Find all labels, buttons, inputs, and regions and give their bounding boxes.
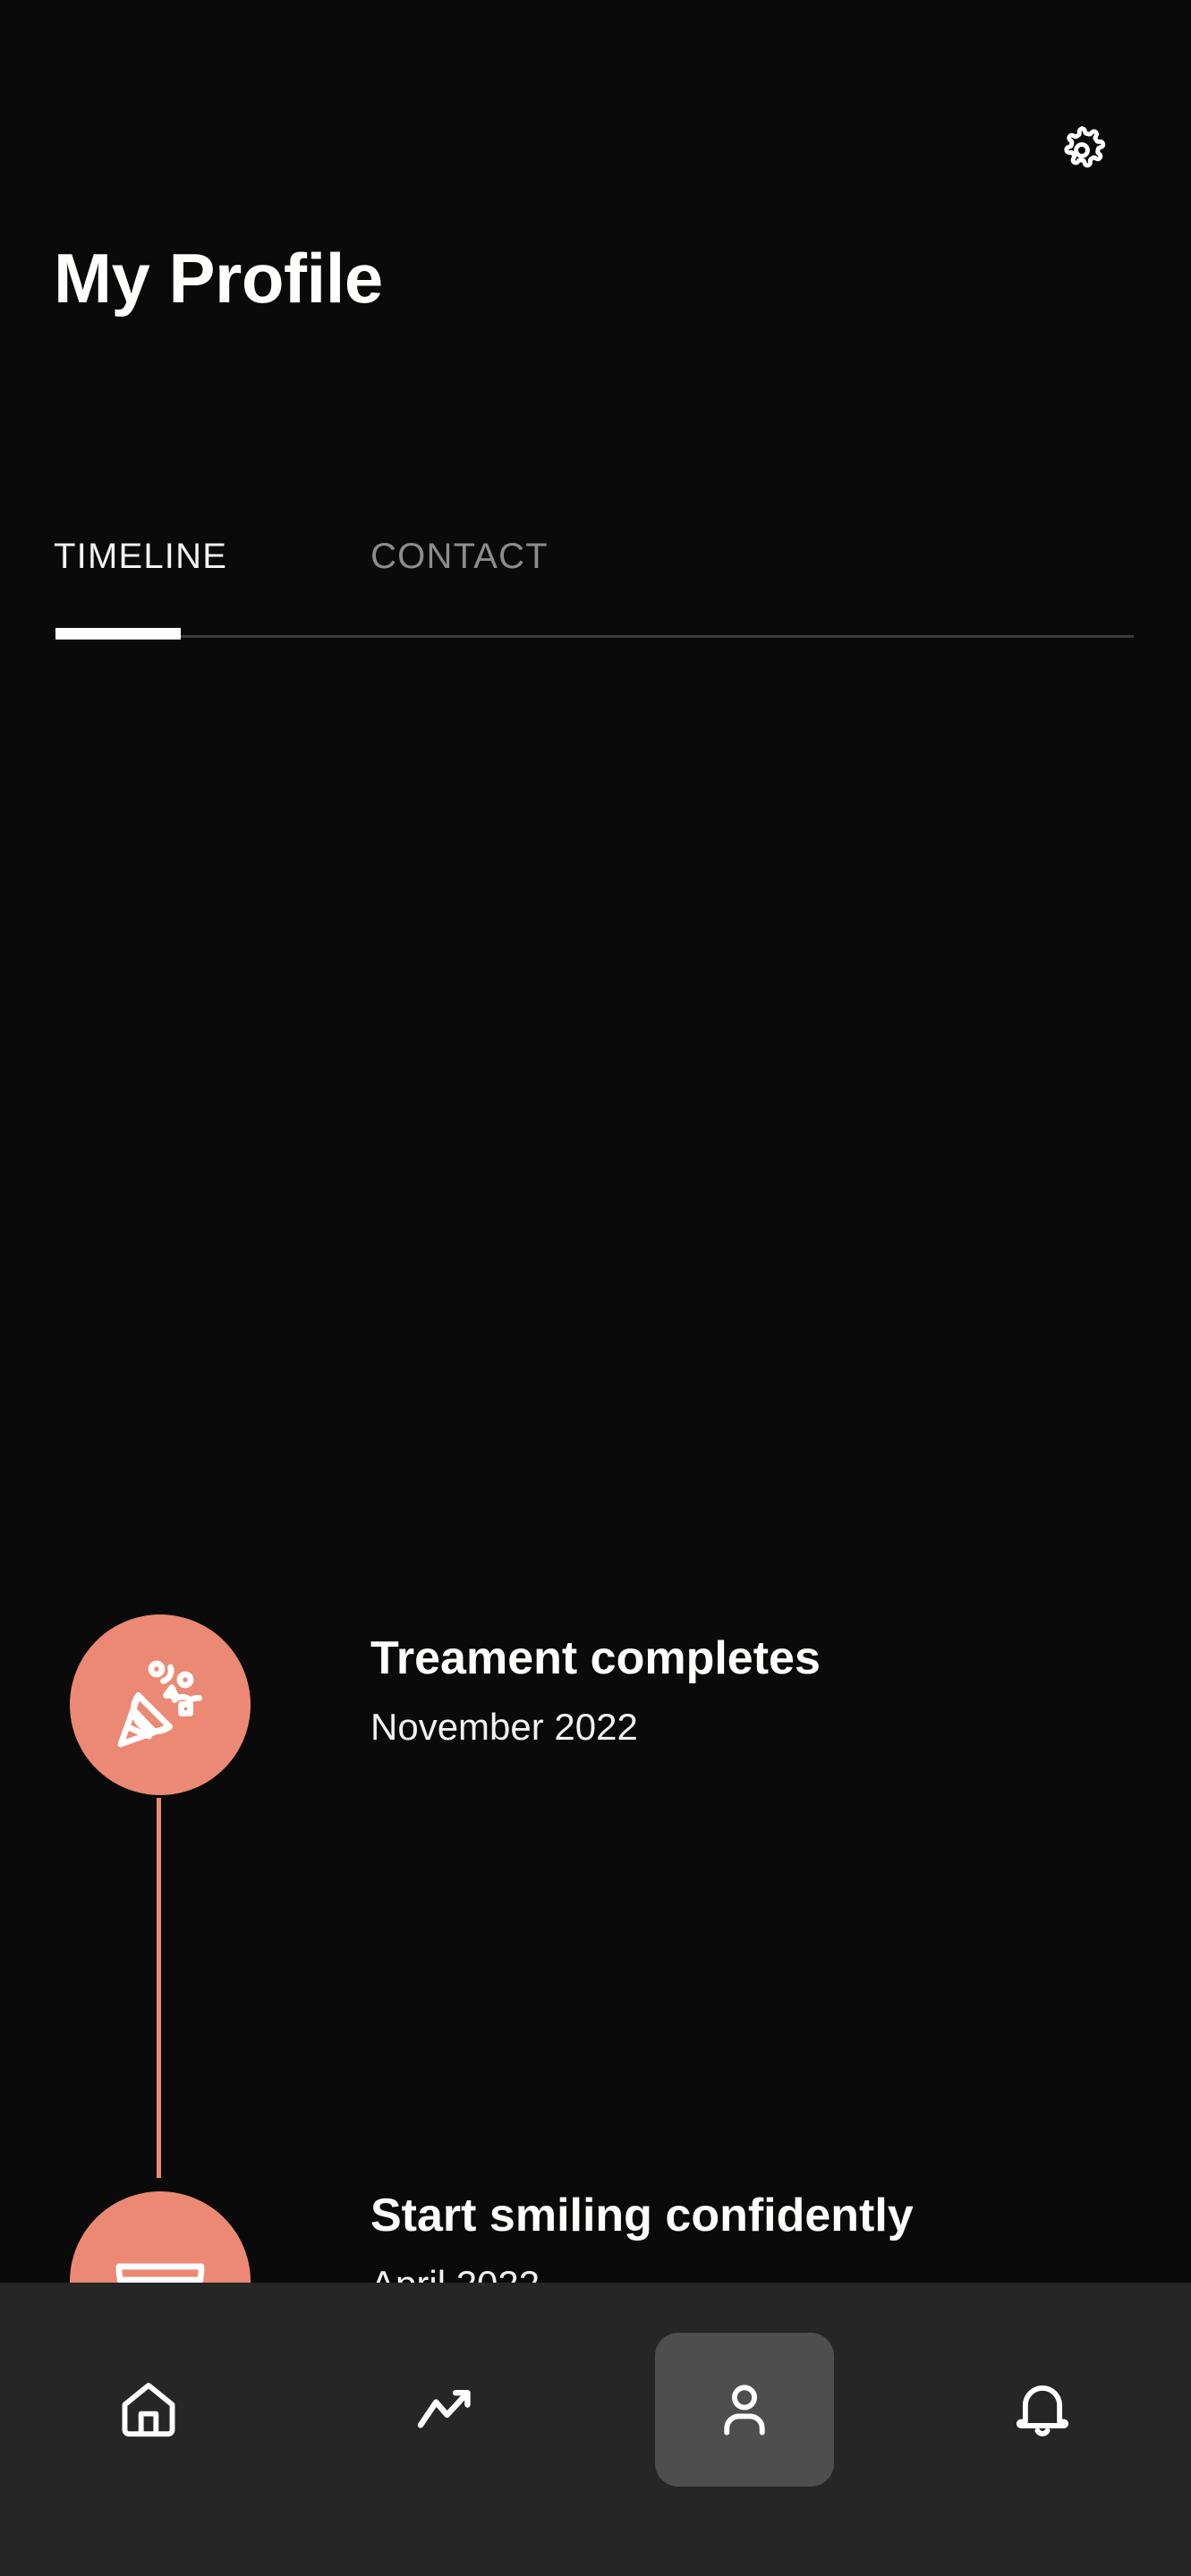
- trending-up-icon: [413, 2377, 480, 2443]
- timeline-connector: [157, 1798, 161, 2178]
- app-screen: My Profile TIMELINE CONTACT Treament com…: [0, 0, 1191, 2576]
- gear-icon: [1054, 123, 1110, 178]
- timeline-item-date: November 2022: [370, 1705, 638, 1748]
- nav-item-progress[interactable]: [298, 2320, 596, 2499]
- nav-item-home[interactable]: [0, 2320, 298, 2499]
- nav-item-profile[interactable]: [596, 2320, 894, 2499]
- tab-active-indicator: [55, 628, 181, 640]
- home-icon: [115, 2377, 182, 2443]
- tab-timeline[interactable]: TIMELINE: [54, 537, 227, 577]
- person-icon: [711, 2377, 778, 2443]
- nav-active-pill: [654, 2333, 834, 2487]
- bottom-navigation-bar: [0, 2283, 1191, 2576]
- top-bar: [0, 0, 1191, 224]
- settings-button[interactable]: [1037, 106, 1127, 195]
- party-popper-icon: [106, 1651, 214, 1758]
- bell-icon: [1009, 2377, 1076, 2443]
- tab-divider: [55, 635, 1134, 638]
- tab-contact[interactable]: CONTACT: [370, 537, 549, 577]
- timeline-item-title: Start smiling confidently: [370, 2190, 914, 2241]
- timeline-item-text: Treament completes November 2022: [370, 1632, 821, 1749]
- timeline-item-icon-badge: [70, 1614, 251, 1795]
- tab-bar: TIMELINE CONTACT: [0, 537, 1191, 662]
- timeline-list: Treament completes November 2022 Start s…: [0, 778, 1191, 2576]
- nav-item-notifications[interactable]: [893, 2320, 1191, 2499]
- timeline-item-title: Treament completes: [370, 1632, 821, 1684]
- page-title: My Profile: [54, 239, 383, 318]
